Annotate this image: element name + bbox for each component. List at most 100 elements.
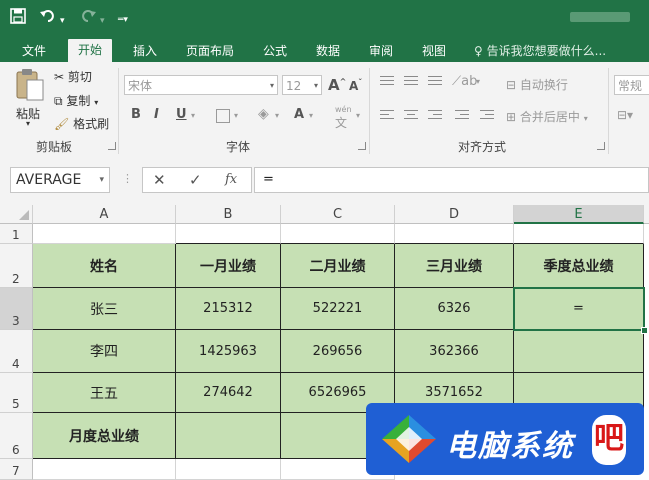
number-format-combo[interactable]: 常规 [614, 75, 649, 95]
cell-a6[interactable]: 月度总业绩 [33, 413, 176, 459]
align-bottom-icon[interactable] [428, 76, 442, 88]
tab-formulas[interactable]: 公式 [263, 40, 287, 62]
font-size-combo[interactable]: 12 ▾ [282, 75, 322, 95]
bold-button[interactable]: B [131, 107, 141, 122]
save-icon[interactable] [10, 8, 26, 28]
watermark-logo: 电脑系统 吧 [366, 403, 644, 475]
row-header-4[interactable]: 4 [0, 330, 33, 373]
clipboard-launcher-icon[interactable] [108, 142, 116, 150]
row-header-3[interactable]: 3 [0, 288, 33, 330]
cell-b6[interactable] [176, 413, 281, 459]
row-header-5[interactable]: 5 [0, 373, 33, 413]
tab-review[interactable]: 审阅 [369, 40, 393, 62]
align-left-icon[interactable] [380, 110, 394, 122]
cell-b1[interactable] [176, 224, 281, 244]
phonetic-guide-icon[interactable]: wén 文 [335, 105, 352, 131]
orientation-dropdown-icon[interactable]: ▾ [476, 77, 480, 86]
fill-color-icon[interactable]: ◈ [258, 106, 269, 122]
row-header-1[interactable]: 1 [0, 224, 33, 244]
cell-d2[interactable]: 三月业绩 [395, 244, 514, 288]
cell-b2[interactable]: 一月业绩 [176, 244, 281, 288]
cell-b3[interactable]: 215312 [176, 288, 281, 330]
insert-function-button[interactable]: fx [225, 172, 237, 187]
column-header-e[interactable]: E [514, 205, 644, 224]
cell-e4[interactable] [514, 330, 644, 373]
phonetic-dropdown-icon[interactable]: ▾ [356, 111, 360, 120]
row-header-7[interactable]: 7 [0, 459, 33, 480]
cell-a7[interactable] [33, 459, 176, 480]
name-box[interactable]: AVERAGE ▾ [10, 167, 110, 193]
cell-d4[interactable]: 362366 [395, 330, 514, 373]
cell-a1[interactable] [33, 224, 176, 244]
cell-c1[interactable] [281, 224, 395, 244]
decrease-font-icon[interactable]: Aˇ [349, 78, 362, 93]
customize-qat-icon[interactable]: ═▾ [118, 11, 128, 29]
cut-button[interactable]: ✂ 剪切 [54, 68, 92, 85]
cell-a5[interactable]: 王五 [33, 373, 176, 413]
underline-button[interactable]: U [176, 107, 187, 122]
clipboard-group-label: 剪贴板 [36, 140, 73, 154]
align-middle-icon[interactable] [404, 76, 418, 88]
underline-dropdown-icon[interactable]: ▾ [191, 111, 195, 120]
align-center-icon[interactable] [404, 110, 418, 122]
cell-e1[interactable] [514, 224, 644, 244]
format-painter-label: 格式刷 [73, 117, 110, 131]
column-header-f[interactable] [644, 205, 649, 224]
redo-icon[interactable] [80, 8, 96, 28]
cell-a4[interactable]: 李四 [33, 330, 176, 373]
formula-input[interactable]: = [254, 167, 649, 193]
select-all-corner[interactable] [0, 205, 33, 224]
fill-handle[interactable] [641, 327, 648, 334]
enter-icon[interactable]: ✓ [189, 171, 202, 189]
cell-b4[interactable]: 1425963 [176, 330, 281, 373]
undo-dropdown-icon[interactable]: ▾ [60, 12, 65, 30]
undo-icon[interactable] [40, 8, 56, 28]
orientation-icon[interactable]: ⟋ab [452, 74, 477, 89]
cell-c2[interactable]: 二月业绩 [281, 244, 395, 288]
increase-indent-icon[interactable] [480, 110, 494, 122]
alignment-launcher-icon[interactable] [597, 142, 605, 150]
tab-view[interactable]: 视图 [422, 40, 446, 62]
cell-b5[interactable]: 274642 [176, 373, 281, 413]
column-header-b[interactable]: B [176, 205, 281, 224]
wrap-text-button[interactable]: ⊟ 自动换行 [506, 76, 568, 93]
tell-me-box[interactable]: ♀ 告诉我您想要做什么... [474, 40, 606, 62]
tab-file[interactable]: 文件 [22, 40, 46, 62]
redo-dropdown-icon[interactable]: ▾ [100, 12, 105, 30]
column-header-a[interactable]: A [33, 205, 176, 224]
column-header-c[interactable]: C [281, 205, 395, 224]
tab-insert[interactable]: 插入 [133, 40, 157, 62]
decrease-indent-icon[interactable] [455, 110, 469, 122]
cancel-icon[interactable]: ✕ [153, 171, 166, 189]
row-header-2[interactable]: 2 [0, 244, 33, 288]
copy-button[interactable]: ⧉ 复制 ▾ [54, 92, 98, 109]
format-painter-button[interactable]: 🖌 格式刷 [54, 115, 109, 132]
cell-e2[interactable]: 季度总业绩 [514, 244, 644, 288]
cell-a2[interactable]: 姓名 [33, 244, 176, 288]
borders-dropdown-icon[interactable]: ▾ [234, 111, 238, 120]
italic-button[interactable]: I [154, 107, 159, 122]
borders-icon[interactable] [216, 109, 230, 123]
fill-color-dropdown-icon[interactable]: ▾ [275, 111, 279, 120]
font-name-combo[interactable]: 宋体 ▾ [124, 75, 278, 95]
tab-data[interactable]: 数据 [316, 40, 340, 62]
font-color-dropdown-icon[interactable]: ▾ [309, 111, 313, 120]
cell-b7[interactable] [176, 459, 281, 480]
accounting-format-icon[interactable]: ⊟▾ [617, 108, 633, 122]
cell-d3[interactable]: 6326 [395, 288, 514, 330]
align-right-icon[interactable] [428, 110, 442, 122]
row-header-6[interactable]: 6 [0, 413, 33, 459]
align-top-icon[interactable] [380, 76, 394, 88]
font-launcher-icon[interactable] [358, 142, 366, 150]
tab-page-layout[interactable]: 页面布局 [186, 40, 234, 62]
column-header-d[interactable]: D [395, 205, 514, 224]
font-color-button[interactable]: A [294, 107, 304, 122]
cell-c3[interactable]: 522221 [281, 288, 395, 330]
cell-c4[interactable]: 269656 [281, 330, 395, 373]
cell-d1[interactable] [395, 224, 514, 244]
cell-a3[interactable]: 张三 [33, 288, 176, 330]
merge-center-button[interactable]: ⊞ 合并后居中 ▾ [506, 108, 588, 125]
tab-home[interactable]: 开始 [68, 39, 113, 62]
increase-font-icon[interactable]: A^ [328, 76, 346, 94]
paste-button[interactable]: 粘贴 ▾ [12, 68, 48, 128]
